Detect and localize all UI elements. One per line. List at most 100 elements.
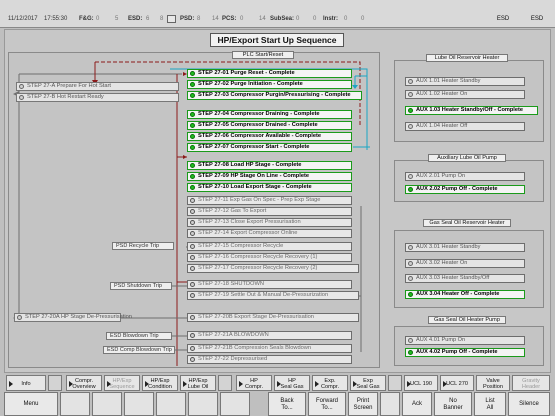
aux-3-01[interactable]: AUX 3.01 Heater Standby (405, 243, 525, 252)
compr-overview-button[interactable]: Compr. Overview (66, 375, 102, 391)
fkey-label: Print Screen (353, 398, 373, 411)
fkey-blank[interactable] (92, 392, 122, 416)
step-27-03[interactable]: STEP 27-03 Compressor Purgin/Pressurisin… (187, 91, 362, 100)
complete-indicator-icon (408, 187, 413, 192)
step-27-05[interactable]: STEP 27-05 Compressor Drained - Complete (187, 121, 352, 130)
gravity-header-button[interactable]: Gravity Header (512, 375, 550, 391)
complete-indicator-icon (190, 174, 195, 179)
fkey-blank[interactable] (156, 392, 186, 416)
step-27-09[interactable]: STEP 27-09 HP Stage On Line - Complete (187, 172, 352, 181)
pcs-count-a: 0 (240, 16, 244, 22)
step-27-10[interactable]: STEP 27-10 Load Export Stage - Complete (187, 183, 352, 192)
status-indicator-icon (19, 95, 24, 100)
step-27-a[interactable]: STEP 27-A Prepare For Hot Start (16, 82, 179, 91)
aux-2-02[interactable]: AUX 2.02 Pump Off - Complete (405, 185, 525, 194)
complete-indicator-icon (190, 82, 195, 87)
esd-blowdown-trip[interactable]: ESD Blowdown Trip (106, 332, 172, 340)
step-27-20b[interactable]: STEP 27-20B Export Stage De-Pressurisati… (187, 313, 359, 322)
fkey-blank[interactable] (188, 392, 218, 416)
status-indicator-icon (190, 266, 195, 271)
status-bar: 11/12/2017 17:55:30 F&G: 0 5 ESD: 6 8 PS… (0, 0, 555, 28)
print-screen-button[interactable]: Print Screen (348, 392, 378, 416)
step-27-11[interactable]: STEP 27-11 Exp Gas On Spec - Prep Exp St… (187, 196, 352, 205)
step-27-01[interactable]: STEP 27-01 Purge Reset - Complete (187, 69, 352, 78)
esd-comp-blowdown-trip[interactable]: ESD Comp Blowdown Trip (103, 346, 175, 354)
fkey-blank[interactable] (124, 392, 154, 416)
exp-compr-button[interactable]: Exp. Compr. (312, 375, 348, 391)
aux-1-01[interactable]: AUX 1.01 Heater Standby (405, 77, 525, 86)
hp-exp-condition-button[interactable]: HP/Exp Condition (142, 375, 178, 391)
nav-label: UCL 190 (410, 381, 432, 387)
step-27-07[interactable]: STEP 27-07 Compressor Start - Complete (187, 143, 352, 152)
psd-shutdown-trip[interactable]: PSD Shutdown Trip (110, 282, 172, 290)
aux-4-01[interactable]: AUX 4.01 Pump On (405, 336, 525, 345)
step-27-12[interactable]: STEP 27-12 Gas To Export (187, 207, 352, 216)
aux-2-01[interactable]: AUX 2.01 Pump On (405, 172, 525, 181)
step-27-16[interactable]: STEP 27-16 Compressor Recycle Recovery (… (187, 253, 352, 262)
ucl-270-button[interactable]: UCL 270 (440, 375, 474, 391)
hp-exp-lube-oil-button[interactable]: HP/Exp Lube Oil (180, 375, 216, 391)
nav-label: Gravity Header (521, 378, 541, 390)
pcs-label: PCS: (222, 16, 237, 22)
back-button[interactable]: Back To... (268, 392, 306, 416)
nav-label: Info (21, 381, 31, 387)
no-banner-button[interactable]: No Banner (434, 392, 472, 416)
fkey-blank[interactable] (60, 392, 90, 416)
fkey-label: Back To... (280, 398, 294, 411)
step-27-17[interactable]: STEP 27-17 Compressor Recycle Recovery (… (187, 264, 359, 273)
step-27-14[interactable]: STEP 27-14 Export Compressor Online (187, 229, 352, 238)
info-button[interactable]: Info (6, 375, 46, 391)
forward-button[interactable]: Forward To... (308, 392, 346, 416)
aux-label: AUX 4.01 Pump On (416, 337, 466, 343)
psd-count-a: 8 (197, 16, 201, 22)
step-27-08[interactable]: STEP 27-08 Load HP Stage - Complete (187, 161, 352, 170)
step-label: STEP 27-21A BLOWDOWN (198, 332, 269, 338)
hp-seal-gas-button[interactable]: HP Seal Gas (274, 375, 310, 391)
aux-4-02[interactable]: AUX 4.02 Pump Off - Complete (405, 348, 525, 357)
step-27-21a[interactable]: STEP 27-21A BLOWDOWN (187, 331, 352, 340)
aux-3-03[interactable]: AUX 3.03 Heater Standby/Off (405, 274, 525, 283)
fkey-blank[interactable] (220, 392, 250, 416)
step-27-04[interactable]: STEP 27-04 Compressor Draining - Complet… (187, 110, 352, 119)
step-27-19[interactable]: STEP 27-19 Settle Out & Manual De-Pressu… (187, 291, 359, 300)
step-27-06[interactable]: STEP 27-06 Compressor Available - Comple… (187, 132, 352, 141)
fkey-blank[interactable] (380, 392, 400, 416)
hp-compr-button[interactable]: HP Compr. (236, 375, 272, 391)
aux-1-02[interactable]: AUX 1.02 Heater On (405, 90, 525, 99)
ucl-190-button[interactable]: UCL 190 (404, 375, 438, 391)
subsea-label: SubSea: (270, 16, 295, 22)
esd-indicator-2[interactable]: ESD (523, 14, 551, 24)
subsea-count-a: 0 (296, 16, 300, 22)
arrow-right-icon (183, 381, 187, 387)
list-all-button[interactable]: List All (474, 392, 506, 416)
aux-3-04[interactable]: AUX 3.04 Heater Off - Complete (405, 290, 525, 299)
ack-button[interactable]: Ack (402, 392, 432, 416)
complete-indicator-icon (408, 108, 413, 113)
complete-indicator-icon (190, 145, 195, 150)
esd-indicator[interactable]: ESD (489, 14, 517, 24)
status-indicator-icon (408, 174, 413, 179)
status-indicator-icon (408, 92, 413, 97)
step-27-21b[interactable]: STEP 27-21B Compression Seals Blowdown (187, 344, 352, 353)
step-27-18[interactable]: STEP 27-18 SHUTDOWN (187, 280, 352, 289)
aux-1-03[interactable]: AUX 1.03 Heater Standby/Off - Complete (405, 106, 538, 115)
step-27-02[interactable]: STEP 27-02 Purge Initiation - Complete (187, 80, 352, 89)
silence-button[interactable]: Silence (508, 392, 550, 416)
fkey-label: Forward To... (315, 398, 338, 411)
valve-position-button[interactable]: Valve Position (476, 375, 510, 391)
aux-3-02[interactable]: AUX 3.02 Heater On (405, 259, 525, 268)
menu-button[interactable]: Menu (4, 392, 58, 416)
fkey-label: No Banner (443, 398, 463, 411)
step-27-22[interactable]: STEP 27-22 Depressurised (187, 355, 352, 364)
step-27-13[interactable]: STEP 27-13 Close Export Pressurisation (187, 218, 352, 227)
complete-indicator-icon (190, 134, 195, 139)
exp-seal-gas-button[interactable]: Exp Seal Gas (350, 375, 386, 391)
status-indicator-icon (190, 346, 195, 351)
step-27-20a[interactable]: STEP 27-20A HP Stage De-Pressurisation (14, 313, 132, 322)
aux-1-04[interactable]: AUX 1.04 Heater Off (405, 122, 525, 131)
hp-exp-sequence-button[interactable]: HP/Exp Sequence (104, 375, 140, 391)
fg-label: F&G: (79, 16, 94, 22)
psd-recycle-trip[interactable]: PSD Recycle Trip (112, 242, 174, 250)
step-27-b[interactable]: STEP 27-B Hot Restart Ready (16, 93, 179, 102)
step-27-15[interactable]: STEP 27-15 Compressor Recycle (187, 242, 352, 251)
